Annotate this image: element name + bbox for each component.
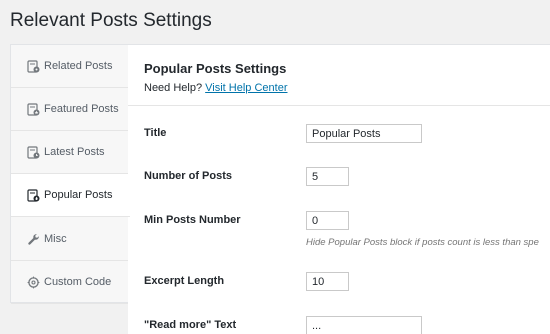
wrench-icon bbox=[27, 233, 40, 246]
help-center-link[interactable]: Visit Help Center bbox=[205, 82, 287, 94]
featured-posts-icon bbox=[27, 102, 40, 116]
sidebar-item-label: Latest Posts bbox=[44, 146, 105, 158]
popular-posts-icon bbox=[27, 188, 40, 202]
min-posts-number-input[interactable] bbox=[306, 211, 349, 230]
sidebar-item-label: Custom Code bbox=[44, 276, 112, 288]
section-title: Popular Posts Settings bbox=[144, 61, 287, 76]
related-posts-icon bbox=[27, 59, 40, 73]
read-more-text-label: "Read more" Text bbox=[144, 319, 237, 331]
excerpt-length-input[interactable] bbox=[306, 272, 349, 291]
excerpt-length-label: Excerpt Length bbox=[144, 275, 225, 287]
sidebar-item-custom-code[interactable]: Custom Code bbox=[11, 261, 129, 304]
code-icon bbox=[27, 276, 40, 289]
sidebar-item-label: Related Posts bbox=[44, 60, 113, 72]
min-posts-number-label: Min Posts Number bbox=[144, 214, 241, 226]
min-posts-number-hint: Hide Popular Posts block if posts count … bbox=[306, 237, 539, 248]
number-of-posts-input[interactable] bbox=[306, 167, 349, 186]
settings-sidebar: Related Posts Featured Posts Latest Post… bbox=[10, 44, 130, 304]
title-label: Title bbox=[144, 127, 167, 139]
sidebar-item-misc[interactable]: Misc bbox=[11, 218, 129, 261]
settings-panel: Popular Posts Settings Need Help? Visit … bbox=[128, 44, 550, 334]
number-of-posts-label: Number of Posts bbox=[144, 170, 233, 182]
page-title: Relevant Posts Settings bbox=[10, 10, 212, 31]
sidebar-item-featured-posts[interactable]: Featured Posts bbox=[11, 88, 129, 131]
help-prefix: Need Help? bbox=[144, 82, 203, 94]
divider bbox=[128, 105, 550, 106]
read-more-text-input[interactable] bbox=[306, 316, 422, 334]
title-input[interactable] bbox=[306, 124, 422, 143]
sidebar-item-label: Misc bbox=[44, 233, 67, 245]
sidebar-item-latest-posts[interactable]: Latest Posts bbox=[11, 131, 129, 174]
sidebar-item-related-posts[interactable]: Related Posts bbox=[11, 45, 129, 88]
latest-posts-icon bbox=[27, 145, 40, 159]
sidebar-item-label: Popular Posts bbox=[44, 189, 113, 201]
sidebar-item-popular-posts[interactable]: Popular Posts bbox=[11, 174, 130, 217]
sidebar-item-label: Featured Posts bbox=[44, 103, 119, 115]
help-line: Need Help? Visit Help Center bbox=[144, 82, 288, 94]
